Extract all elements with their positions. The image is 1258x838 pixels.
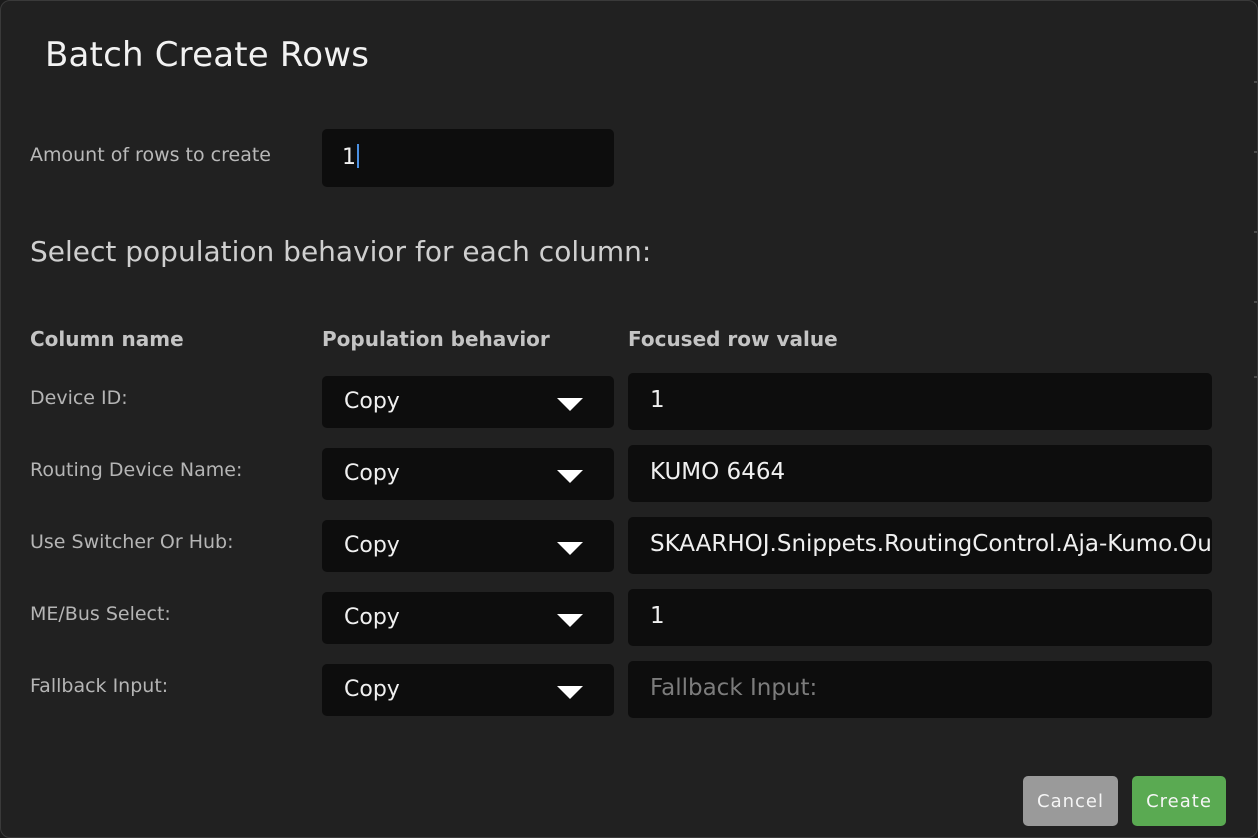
row-label-routing-device-name: Routing Device Name: xyxy=(30,459,243,481)
value-text: 1 xyxy=(650,387,665,413)
row-label-me-bus-select: ME/Bus Select: xyxy=(30,603,171,625)
value-text: KUMO 6464 xyxy=(650,459,786,485)
cancel-button[interactable]: Cancel xyxy=(1023,776,1118,826)
behavior-select-fallback-input[interactable]: Copy xyxy=(322,664,614,716)
behavior-select-value: Copy xyxy=(344,389,400,414)
behavior-select-routing-device-name[interactable]: Copy xyxy=(322,448,614,500)
chevron-down-icon xyxy=(557,470,583,483)
population-behavior-header: Population behavior xyxy=(322,327,550,351)
value-text: SKAARHOJ.Snippets.RoutingControl.Aja-Kum… xyxy=(650,531,1212,557)
behavior-select-value: Copy xyxy=(344,461,400,486)
behavior-select-use-switcher-or-hub[interactable]: Copy xyxy=(322,520,614,572)
dialog-title: Batch Create Rows xyxy=(45,35,370,75)
row-label-use-switcher-or-hub: Use Switcher Or Hub: xyxy=(30,531,234,553)
amount-value: 1 xyxy=(342,145,356,170)
scroll-tick xyxy=(1254,81,1257,83)
create-button[interactable]: Create xyxy=(1132,776,1226,826)
behavior-select-value: Copy xyxy=(344,605,400,630)
scrollbar-track[interactable] xyxy=(1253,1,1257,837)
section-heading: Select population behavior for each colu… xyxy=(30,235,652,268)
scroll-tick xyxy=(1254,301,1257,303)
behavior-select-me-bus-select[interactable]: Copy xyxy=(322,592,614,644)
amount-label: Amount of rows to create xyxy=(30,144,271,166)
value-input-device-id[interactable]: 1 xyxy=(628,373,1212,430)
batch-create-rows-dialog: Batch Create Rows Amount of rows to crea… xyxy=(0,0,1258,838)
chevron-down-icon xyxy=(557,542,583,555)
text-caret xyxy=(357,144,359,168)
behavior-select-device-id[interactable]: Copy xyxy=(322,376,614,428)
value-input-fallback-input[interactable]: Fallback Input: xyxy=(628,661,1212,718)
scroll-tick xyxy=(1254,376,1257,378)
row-label-device-id: Device ID: xyxy=(30,387,128,409)
behavior-select-value: Copy xyxy=(344,533,400,558)
chevron-down-icon xyxy=(557,686,583,699)
scroll-tick xyxy=(1254,151,1257,153)
focused-row-value-header: Focused row value xyxy=(628,327,838,351)
chevron-down-icon xyxy=(557,398,583,411)
value-text: 1 xyxy=(650,603,665,629)
behavior-select-value: Copy xyxy=(344,677,400,702)
value-input-routing-device-name[interactable]: KUMO 6464 xyxy=(628,445,1212,502)
value-input-use-switcher-or-hub[interactable]: SKAARHOJ.Snippets.RoutingControl.Aja-Kum… xyxy=(628,517,1212,574)
chevron-down-icon xyxy=(557,614,583,627)
amount-input[interactable]: 1 xyxy=(322,129,614,187)
scroll-tick xyxy=(1254,231,1257,233)
row-label-fallback-input: Fallback Input: xyxy=(30,675,169,697)
column-name-header: Column name xyxy=(30,327,184,351)
value-input-me-bus-select[interactable]: 1 xyxy=(628,589,1212,646)
value-placeholder: Fallback Input: xyxy=(650,675,818,701)
